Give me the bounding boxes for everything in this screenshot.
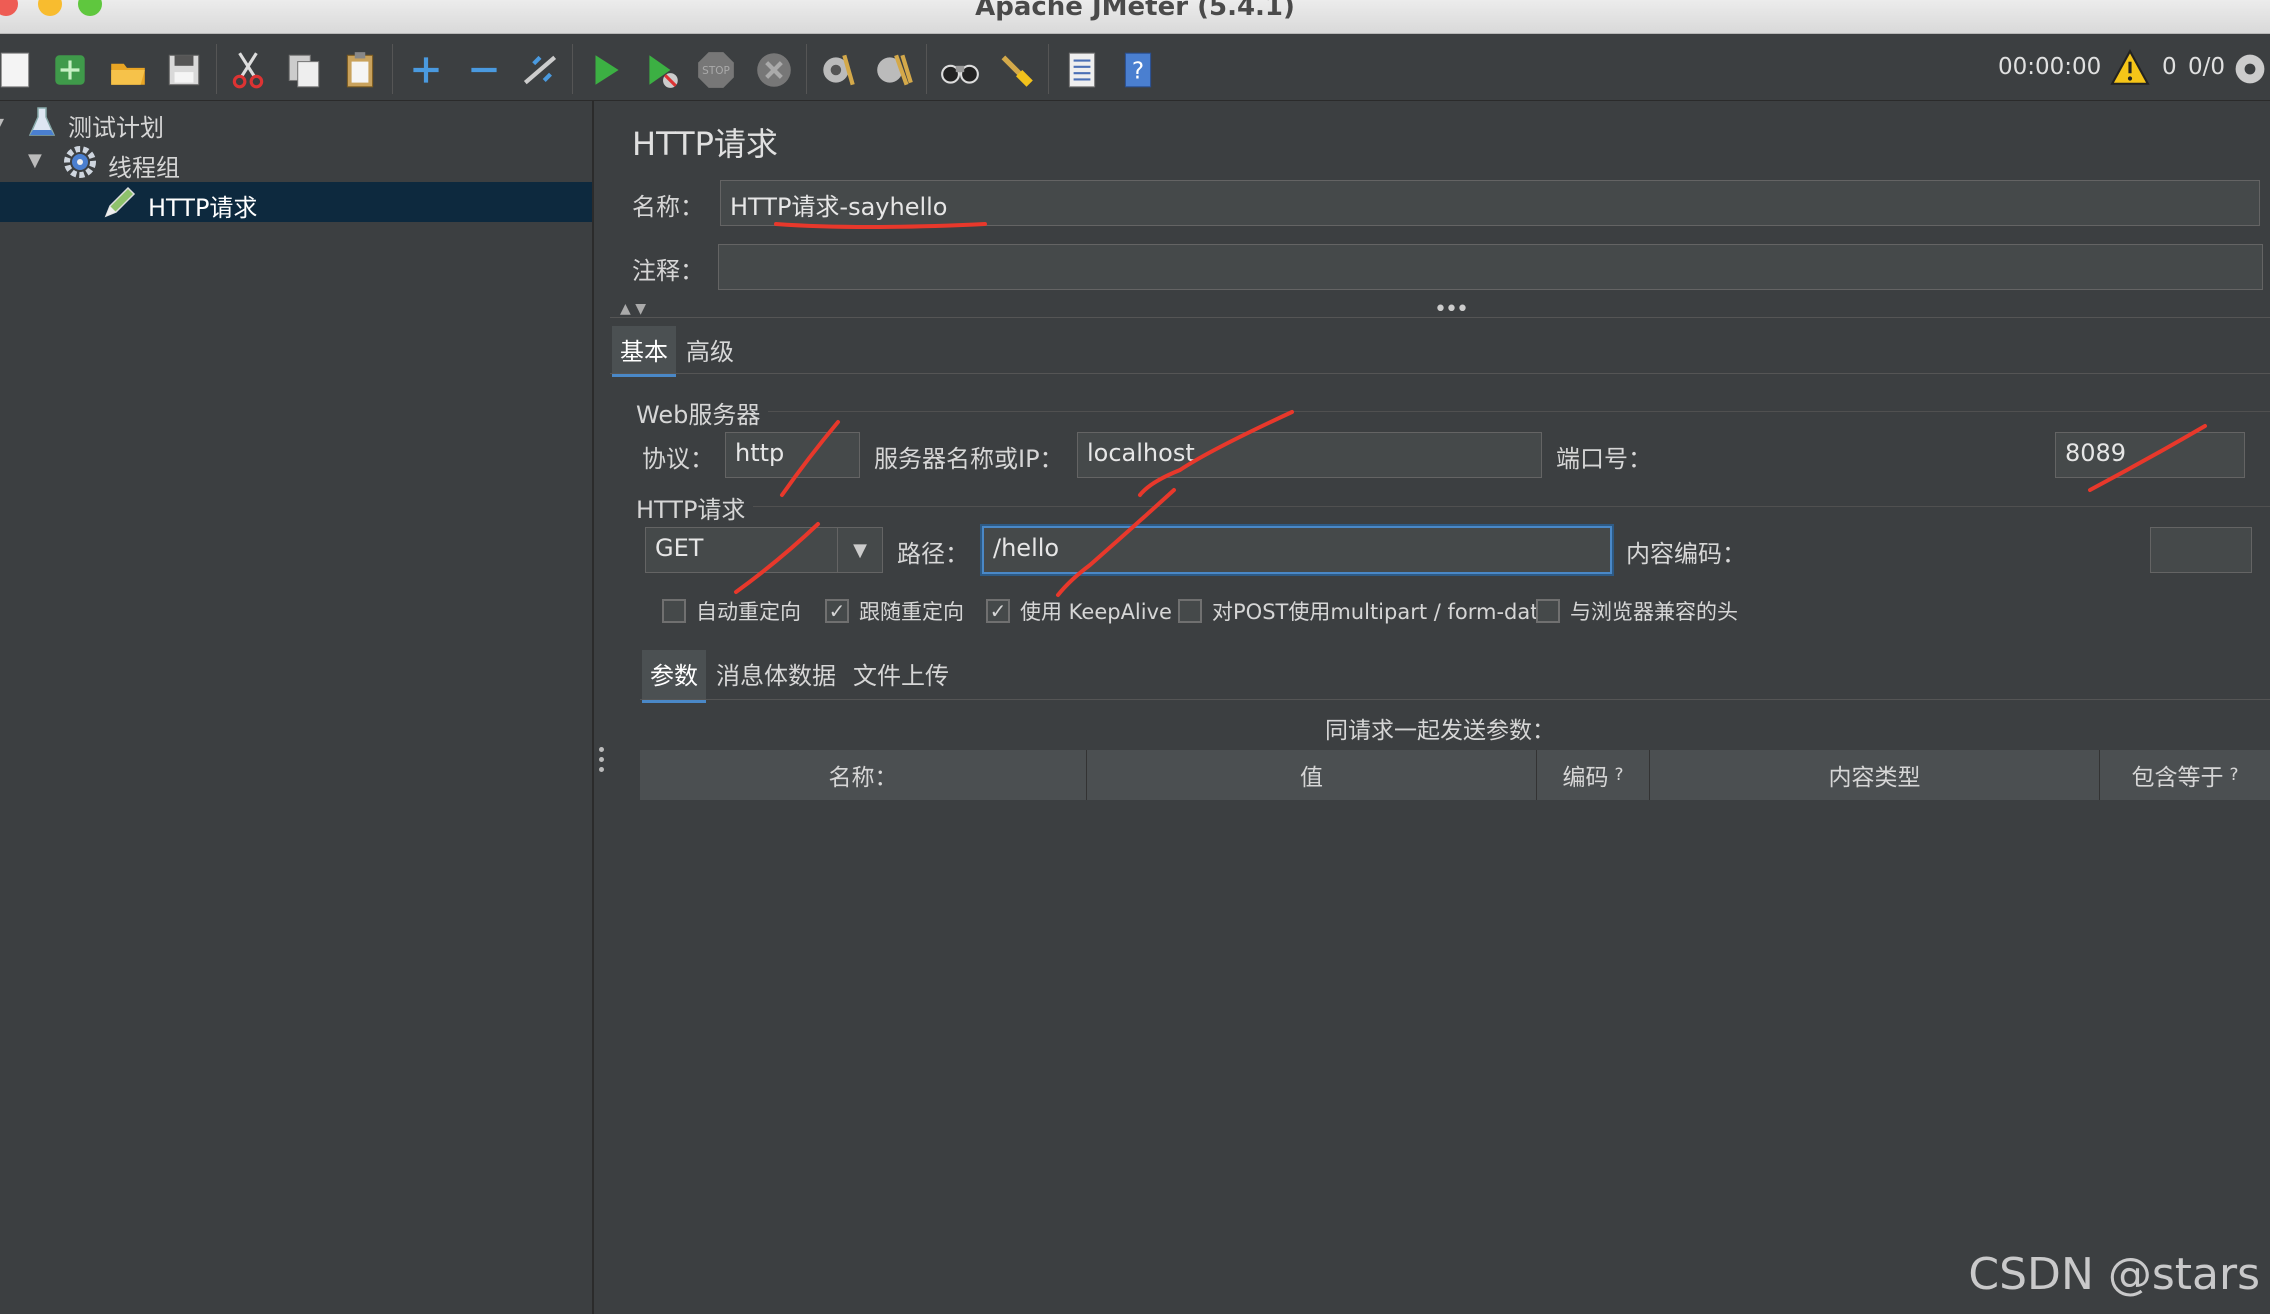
server-label: 服务器名称或IP：	[874, 445, 1064, 473]
http-request-legend: HTTP请求	[634, 490, 754, 525]
thread-count: 0/0	[2188, 54, 2226, 80]
toggle-icon[interactable]	[518, 48, 562, 92]
protocol-label: 协议：	[642, 445, 714, 473]
checkmark-icon[interactable]: ✓	[825, 599, 849, 623]
tree-item-label: HTTP请求	[148, 194, 258, 222]
column-header-include-equals[interactable]: 包含等于?	[2100, 750, 2270, 800]
warning-count: 0	[2162, 54, 2177, 80]
tree-item-thread-group[interactable]: ▼ 线程组	[0, 142, 592, 182]
shutdown-icon[interactable]	[752, 48, 796, 92]
checkbox-box[interactable]	[1536, 599, 1560, 623]
remote-engine-icon[interactable]	[2232, 47, 2268, 91]
keepalive-checkbox[interactable]: ✓ 使用 KeepAlive	[986, 595, 1172, 627]
tree-item-test-plan[interactable]: ▾ 测试计划	[0, 102, 592, 142]
new-icon[interactable]	[0, 48, 38, 92]
clear-all-icon[interactable]	[872, 48, 916, 92]
panel-title: HTTP请求	[632, 125, 778, 163]
window-titlebar: Apache JMeter (5.4.1)	[0, 0, 2270, 34]
subtab-parameters[interactable]: 参数	[642, 650, 706, 703]
save-icon[interactable]	[162, 48, 206, 92]
tree-item-label: 测试计划	[68, 114, 164, 142]
open-icon[interactable]	[106, 48, 150, 92]
checkbox-box[interactable]	[1178, 599, 1202, 623]
comment-input[interactable]	[718, 244, 2263, 290]
name-input[interactable]: HTTP请求-sayhello	[720, 180, 2260, 226]
warning-icon[interactable]	[2108, 46, 2152, 90]
expand-icon[interactable]	[404, 48, 448, 92]
path-label: 路径：	[897, 540, 969, 568]
csdn-watermark: CSDN @stars	[1968, 1249, 2260, 1300]
encoding-label: 内容编码：	[1626, 540, 1746, 568]
auto-redirect-checkbox[interactable]: 自动重定向	[662, 595, 801, 627]
parameters-table-header: 名称： 值 编码? 内容类型 包含等于?	[640, 750, 2270, 800]
splitter-arrows-icon[interactable]: ▲ ▼	[620, 301, 646, 317]
search-icon[interactable]	[938, 48, 982, 92]
column-header-encode[interactable]: 编码?	[1537, 750, 1650, 800]
stop-icon[interactable]: STOP	[694, 48, 738, 92]
reset-search-icon[interactable]	[994, 48, 1038, 92]
protocol-input[interactable]: http	[725, 432, 860, 478]
port-input[interactable]: 8089	[2055, 432, 2245, 478]
checkmark-icon[interactable]: ✓	[986, 599, 1010, 623]
subtab-file-upload[interactable]: 文件上传	[845, 650, 957, 697]
multipart-checkbox[interactable]: 对POST使用multipart / form-data	[1178, 595, 1551, 627]
subtab-body-data[interactable]: 消息体数据	[708, 650, 844, 697]
port-label: 端口号：	[1556, 445, 1652, 473]
templates-icon[interactable]	[48, 48, 92, 92]
start-no-pause-icon[interactable]	[640, 48, 684, 92]
name-label: 名称：	[632, 193, 704, 221]
drag-handle-icon[interactable]: •••	[1434, 297, 1469, 322]
split-pane-divider[interactable]	[594, 101, 610, 1314]
column-header-name[interactable]: 名称：	[640, 750, 1087, 800]
chevron-down-icon[interactable]: ▼	[837, 528, 882, 572]
collapse-icon[interactable]	[462, 48, 506, 92]
paste-icon[interactable]	[338, 48, 382, 92]
flask-icon	[28, 106, 56, 142]
cut-icon[interactable]	[226, 48, 270, 92]
tab-advanced[interactable]: 高级	[678, 326, 742, 373]
collapse-arrow-icon[interactable]: ▼	[28, 150, 42, 171]
gear-icon	[62, 144, 98, 184]
column-header-content-type[interactable]: 内容类型	[1650, 750, 2100, 800]
toolbar: STOP ? 00:00:00 0 0/0	[0, 34, 2270, 101]
method-select[interactable]: GET ▼	[645, 527, 883, 573]
http-request-panel: HTTP请求 名称： HTTP请求-sayhello 注释： ▲ ▼ ••• 基…	[610, 101, 2270, 1314]
svg-text:?: ?	[1132, 58, 1144, 84]
encoding-input[interactable]	[2150, 527, 2252, 573]
expand-arrow-icon[interactable]: ▾	[0, 112, 4, 131]
window-title: Apache JMeter (5.4.1)	[975, 0, 1295, 22]
elapsed-timer: 00:00:00	[1998, 54, 2102, 80]
options-checkbox-row: 自动重定向 ✓ 跟随重定向 ✓ 使用 KeepAlive 对POST使用multip…	[662, 595, 2262, 629]
test-plan-tree: ▾ 测试计划 ▼ 线程组 HTTP请求	[0, 101, 594, 1314]
tree-item-label: 线程组	[108, 154, 180, 182]
tab-basic[interactable]: 基本	[612, 326, 676, 377]
method-value: GET	[655, 534, 704, 562]
parameters-caption: 同请求一起发送参数：	[1325, 718, 1555, 744]
svg-text:STOP: STOP	[702, 65, 730, 77]
browser-headers-checkbox[interactable]: 与浏览器兼容的头	[1536, 595, 1738, 627]
start-icon[interactable]	[584, 48, 628, 92]
column-header-value[interactable]: 值	[1087, 750, 1537, 800]
web-server-legend: Web服务器	[634, 395, 769, 430]
comment-label: 注释：	[632, 257, 704, 285]
checkbox-box[interactable]	[662, 599, 686, 623]
clear-icon[interactable]	[816, 48, 860, 92]
tree-item-http-request[interactable]: HTTP请求	[0, 182, 592, 222]
pencil-icon	[102, 184, 138, 224]
follow-redirect-checkbox[interactable]: ✓ 跟随重定向	[825, 595, 964, 627]
help-icon[interactable]: ?	[1116, 48, 1160, 92]
path-input[interactable]: /hello	[982, 526, 1612, 574]
copy-icon[interactable]	[282, 48, 326, 92]
server-input[interactable]: localhost	[1077, 432, 1542, 478]
function-helper-icon[interactable]	[1060, 48, 1104, 92]
